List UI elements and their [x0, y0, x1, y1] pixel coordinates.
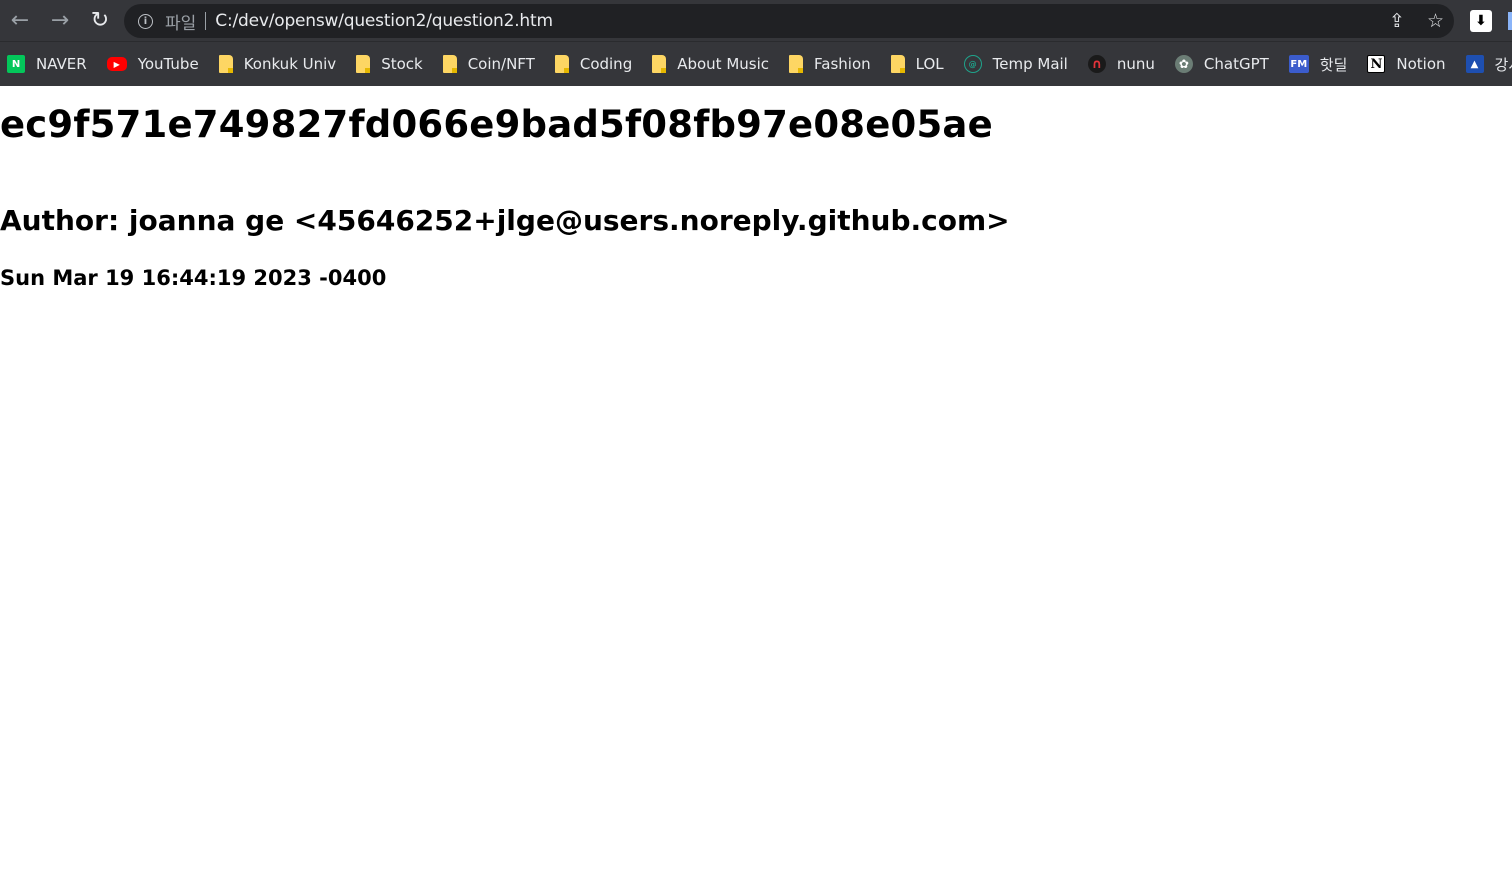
- bookmark-notion[interactable]: N Notion: [1367, 50, 1446, 78]
- bookmark-temp-mail[interactable]: @ Temp Mail: [963, 50, 1068, 78]
- bookmark-folder-konkuk-univ[interactable]: Konkuk Univ: [218, 50, 337, 78]
- bookmark-label: LOL: [915, 55, 944, 73]
- bookmark-folder-coin-nft[interactable]: Coin/NFT: [442, 50, 535, 78]
- reload-button[interactable]: ↻: [80, 0, 120, 41]
- naver-icon: N: [7, 55, 25, 73]
- bookmark-nunu[interactable]: ∩ nunu: [1087, 50, 1155, 78]
- bookmark-label: Coding: [579, 55, 633, 73]
- temp-mail-icon: @: [963, 55, 982, 73]
- profile-icon[interactable]: [1508, 12, 1512, 30]
- commit-author-heading: Author: joanna ge <45646252+jlge@users.n…: [0, 204, 1010, 238]
- bookmark-label: Fashion: [814, 55, 871, 73]
- chatgpt-icon: ✿: [1174, 55, 1193, 73]
- bookmark-label: NAVER: [36, 55, 87, 73]
- forward-arrow-icon: →: [50, 7, 70, 33]
- browser-chrome: ← → ↻ i 파일 C:/dev/opensw/question2/quest…: [0, 0, 1512, 86]
- file-scheme-label: 파일: [165, 13, 197, 34]
- bookmark-folder-about-music[interactable]: About Music: [652, 50, 769, 78]
- nunu-icon: ∩: [1087, 55, 1106, 73]
- site-info-icon[interactable]: i: [138, 13, 153, 29]
- bookmark-label: Konkuk Univ: [243, 55, 337, 73]
- bookmark-label: Coin/NFT: [467, 55, 535, 73]
- forward-button[interactable]: →: [40, 0, 80, 41]
- bookmark-hotdeal[interactable]: FM 핫딜: [1288, 50, 1348, 78]
- url-text[interactable]: C:/dev/opensw/question2/question2.htm: [215, 11, 553, 31]
- bookmark-folder-lol[interactable]: LOL: [890, 50, 944, 78]
- bookmark-label: YouTube: [137, 55, 199, 73]
- lecture-icon: ▲: [1465, 55, 1484, 73]
- reload-icon: ↻: [90, 7, 110, 33]
- share-icon[interactable]: ⇪: [1389, 11, 1405, 31]
- commit-hash-heading: ec9f571e749827fd066e9bad5f08fb97e08e05ae: [0, 103, 993, 146]
- bookmark-youtube[interactable]: ▶ YouTube: [106, 50, 199, 78]
- folder-icon: [789, 55, 804, 73]
- bookmark-label: 핫딜: [1319, 55, 1348, 74]
- folder-icon: [356, 55, 371, 73]
- address-separator: [205, 12, 207, 30]
- youtube-icon: ▶: [106, 57, 127, 71]
- download-extension-icon[interactable]: ⬇: [1470, 10, 1492, 32]
- bookmark-lecture[interactable]: ▲ 강서: [1465, 50, 1512, 78]
- bookmark-chatgpt[interactable]: ✿ ChatGPT: [1174, 50, 1269, 78]
- folder-icon: [652, 55, 667, 73]
- bookmark-naver[interactable]: N NAVER: [7, 50, 87, 78]
- bookmark-folder-fashion[interactable]: Fashion: [789, 50, 871, 78]
- back-button[interactable]: ←: [0, 0, 40, 41]
- bookmark-label: Stock: [381, 55, 423, 73]
- omnibox-actions: ⇪ ☆: [1389, 4, 1444, 38]
- notion-icon: N: [1367, 55, 1386, 73]
- browser-toolbar: ← → ↻ i 파일 C:/dev/opensw/question2/quest…: [0, 0, 1512, 41]
- bookmark-label: Notion: [1396, 55, 1446, 73]
- folder-icon: [890, 55, 905, 73]
- back-arrow-icon: ←: [10, 7, 30, 33]
- bookmarks-bar: N NAVER ▶ YouTube Konkuk Univ Stock Coin…: [0, 41, 1512, 86]
- address-bar[interactable]: i 파일 C:/dev/opensw/question2/question2.h…: [124, 4, 1454, 38]
- folder-icon: [442, 55, 457, 73]
- bookmark-label: 강서: [1494, 55, 1512, 74]
- commit-date-heading: Sun Mar 19 16:44:19 2023 -0400: [0, 266, 387, 290]
- bookmark-folder-stock[interactable]: Stock: [356, 50, 423, 78]
- folder-icon: [218, 55, 233, 73]
- bookmark-label: Temp Mail: [992, 55, 1068, 73]
- fm-icon: FM: [1288, 55, 1309, 73]
- bookmark-label: ChatGPT: [1203, 55, 1269, 73]
- bookmark-label: nunu: [1116, 55, 1155, 73]
- bookmark-label: About Music: [677, 55, 770, 73]
- bookmark-folder-coding[interactable]: Coding: [554, 50, 633, 78]
- folder-icon: [554, 55, 569, 73]
- bookmark-star-icon[interactable]: ☆: [1427, 11, 1444, 31]
